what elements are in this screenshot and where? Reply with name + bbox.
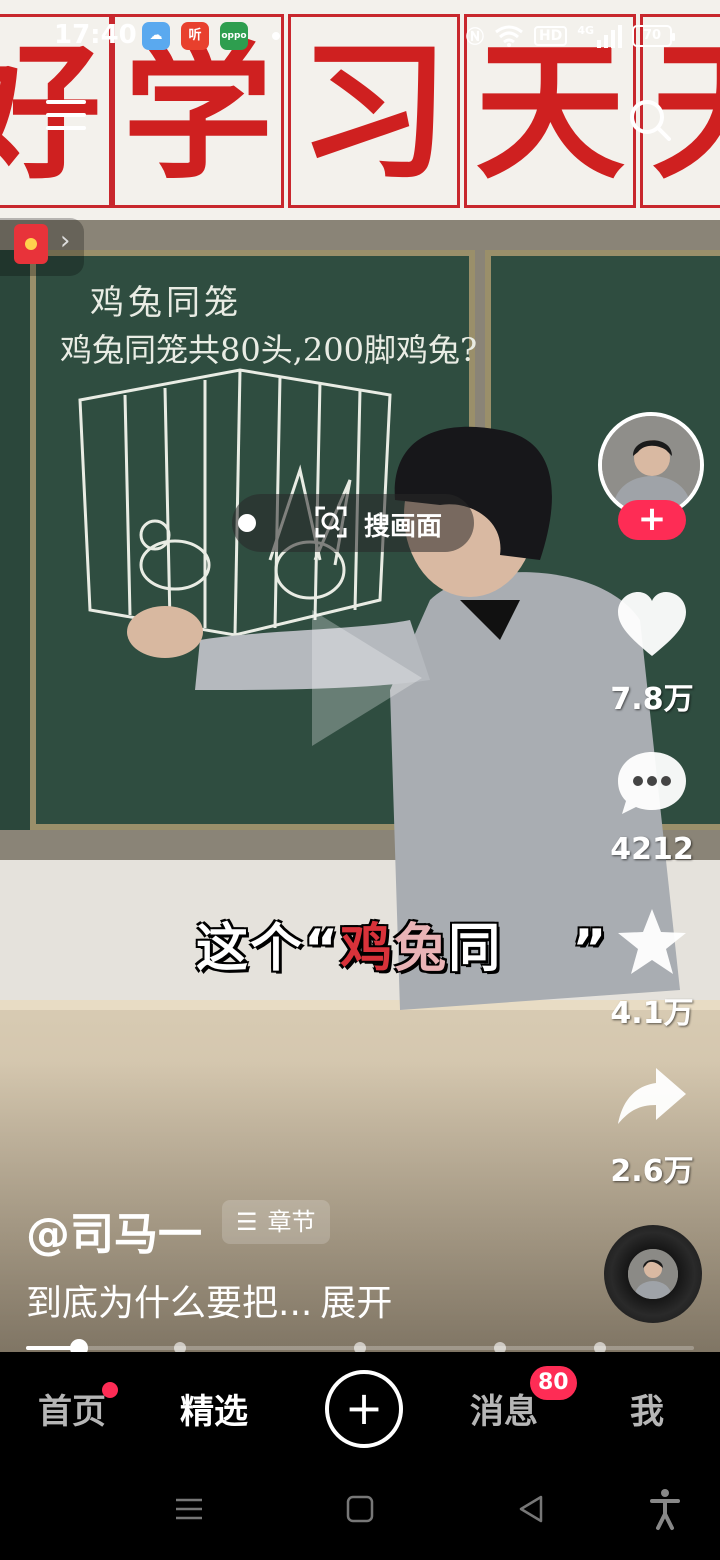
search-image-label: 搜画面: [364, 512, 443, 542]
subtitle-text: 这个: [196, 919, 305, 979]
weather-icon: ☁: [142, 22, 170, 50]
video-feed-screen: 好 学 习 天 天 鸡兔同笼 鸡兔同笼共80头,200脚鸡兔?: [0, 0, 720, 1560]
author-name[interactable]: @司马一: [26, 1198, 202, 1262]
status-time: 17:40: [54, 20, 137, 50]
ting-app-icon: 听: [181, 22, 209, 50]
tab-me[interactable]: 我: [630, 1384, 664, 1433]
accessibility-icon[interactable]: [640, 1484, 690, 1534]
create-button[interactable]: +: [325, 1370, 403, 1448]
system-navigation-bar: [0, 1462, 720, 1560]
video-subtitle: 这个“鸡兔同 ”: [196, 906, 608, 981]
favorite-count: 4.1万: [610, 996, 694, 1031]
signal-icon: 4G: [577, 24, 622, 48]
chapter-label: 章节: [267, 1208, 316, 1236]
scan-search-icon: [315, 506, 347, 538]
tab-featured[interactable]: 精选: [180, 1384, 248, 1433]
drag-handle-dot[interactable]: [238, 514, 256, 532]
messages-badge: 80: [530, 1366, 577, 1400]
search-image-button[interactable]: 搜画面: [232, 494, 474, 552]
music-cover: [628, 1249, 678, 1299]
subtitle-quote-open: “: [304, 919, 341, 979]
video-description[interactable]: 到底为什么要把... 展开: [26, 1274, 392, 1326]
chapter-list-icon: ☰: [236, 1208, 258, 1236]
home-notification-dot: [102, 1382, 118, 1398]
subtitle-text: 兔: [394, 919, 449, 979]
network-type: 4G: [577, 24, 594, 37]
battery-icon: 70: [632, 25, 675, 47]
status-indicators: Ⓝ HD 4G 70: [465, 22, 675, 50]
share-icon[interactable]: [616, 1062, 688, 1134]
bottom-nav: 首页 精选 + 消息 80 我: [0, 1352, 720, 1462]
home-square-icon[interactable]: [335, 1484, 385, 1534]
tab-home[interactable]: 首页: [38, 1384, 106, 1433]
share-count: 2.6万: [610, 1154, 694, 1189]
red-envelope-icon: [14, 224, 48, 264]
music-cover-image: [628, 1249, 678, 1299]
star-icon[interactable]: [616, 906, 688, 978]
notification-dot: [272, 32, 280, 40]
hd-indicator: HD: [533, 26, 568, 46]
back-triangle-icon[interactable]: [507, 1484, 557, 1534]
comment-count: 4212: [610, 832, 694, 867]
nfc-icon: Ⓝ: [465, 27, 484, 48]
recents-menu-icon[interactable]: [164, 1484, 214, 1534]
menu-icon[interactable]: [46, 100, 86, 140]
comment-icon[interactable]: [616, 748, 688, 820]
plus-icon: +: [344, 1381, 384, 1435]
expand-link[interactable]: 展开: [320, 1283, 392, 1324]
play-icon[interactable]: [312, 610, 422, 746]
video-progress-bar[interactable]: [26, 1339, 694, 1357]
subtitle-quote-close: ”: [572, 919, 609, 979]
status-bar: 17:40 ☁ 听 oppo Ⓝ HD 4G 70: [0, 0, 720, 72]
chevron-right-icon: ›: [60, 226, 71, 256]
follow-button[interactable]: +: [618, 500, 686, 540]
wifi-icon: [495, 25, 523, 47]
description-text: 到底为什么要把...: [26, 1283, 313, 1324]
chapter-button[interactable]: ☰ 章节: [222, 1200, 330, 1244]
like-count: 7.8万: [610, 682, 694, 717]
tab-messages[interactable]: 消息: [470, 1384, 538, 1433]
oppo-app-icon: oppo: [220, 22, 248, 50]
heart-icon[interactable]: [616, 590, 688, 662]
subtitle-text: 同: [448, 919, 503, 979]
search-icon[interactable]: [628, 98, 672, 142]
subtitle-text: 鸡: [340, 919, 395, 979]
music-disc[interactable]: [604, 1225, 702, 1323]
red-packet-button[interactable]: ›: [0, 218, 84, 276]
